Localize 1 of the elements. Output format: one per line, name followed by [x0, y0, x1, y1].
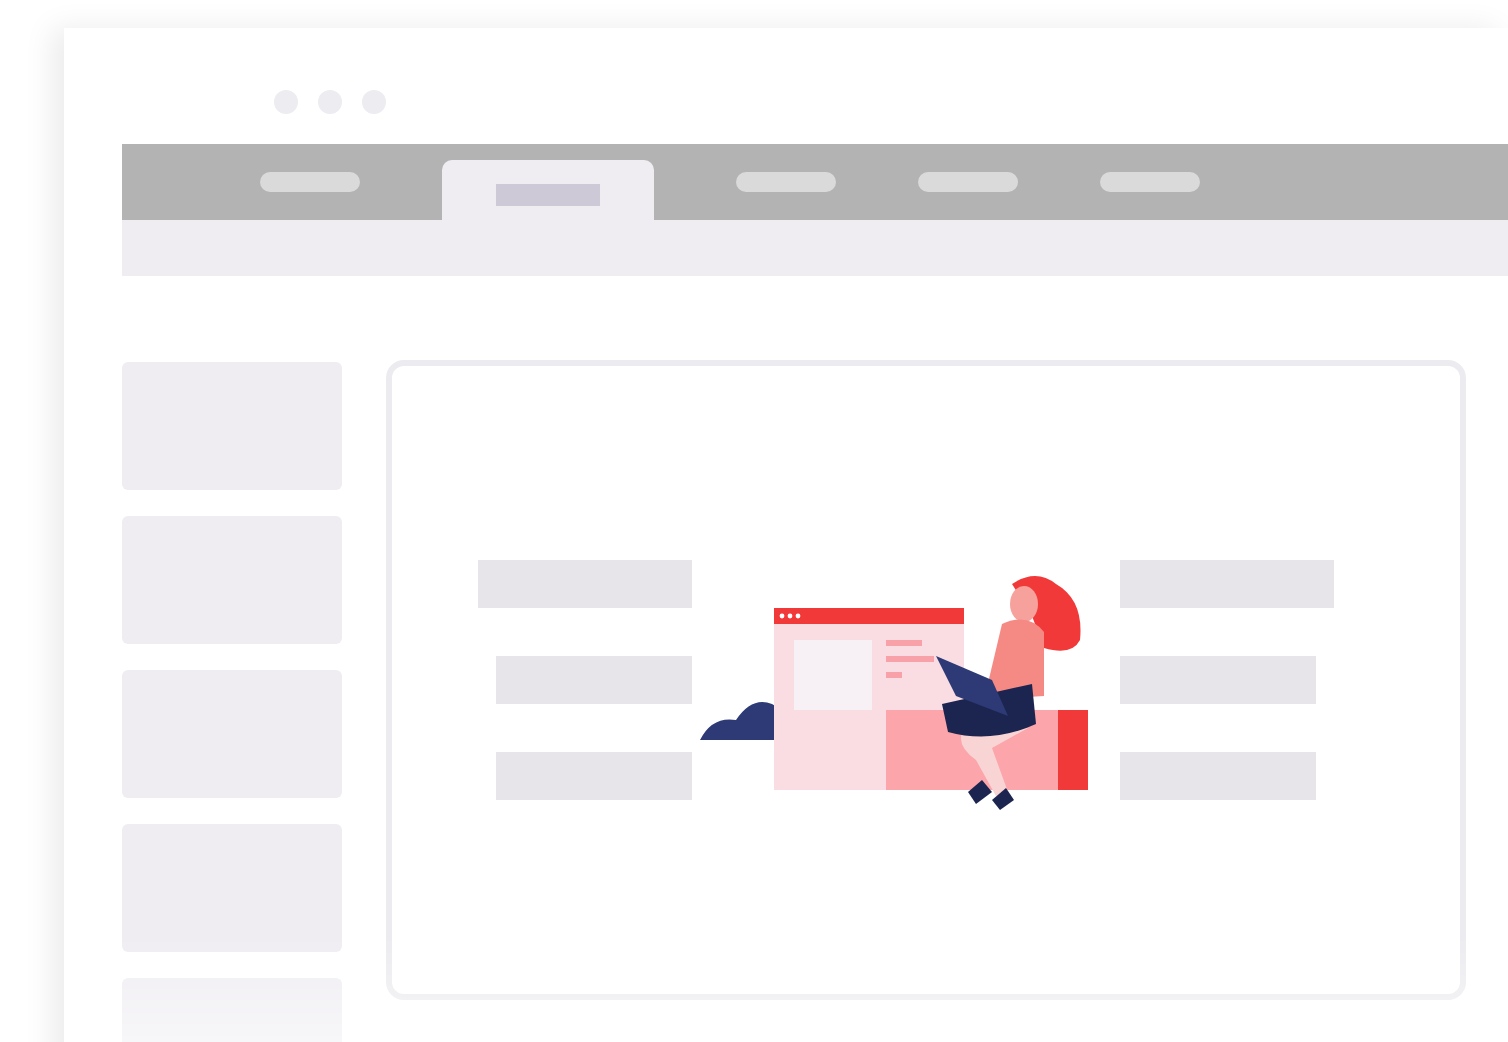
tab[interactable] — [442, 160, 654, 220]
